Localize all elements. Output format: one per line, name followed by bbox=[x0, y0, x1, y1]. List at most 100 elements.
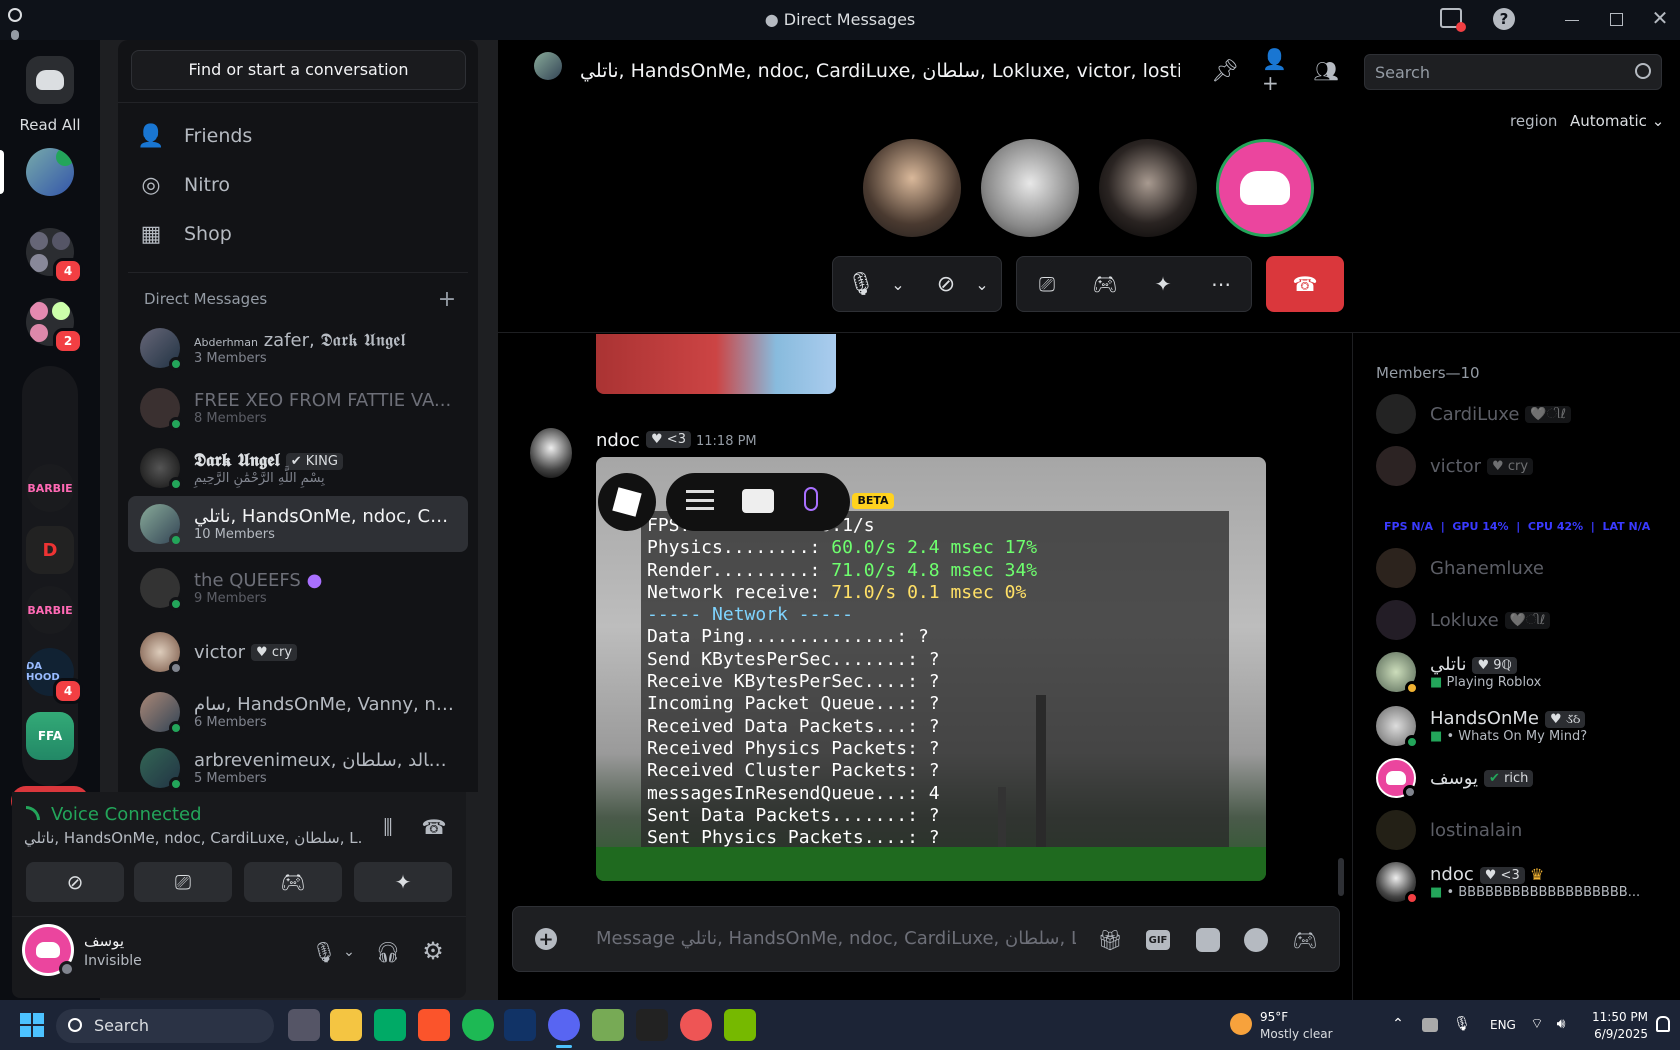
create-dm-plus-icon[interactable]: + bbox=[436, 287, 458, 312]
nav-shop[interactable]: ▦ Shop bbox=[136, 212, 466, 256]
mic-muted-icon[interactable] bbox=[804, 487, 818, 511]
screen-share-button[interactable]: ⎚ bbox=[134, 862, 232, 902]
server-icon-dn[interactable]: D bbox=[26, 526, 74, 574]
server-icon-voice[interactable] bbox=[26, 148, 74, 196]
wifi-icon[interactable]: ⌔ bbox=[1528, 1015, 1546, 1033]
message-scrollbar[interactable] bbox=[1338, 858, 1344, 896]
screen-share-indicator-icon[interactable] bbox=[1440, 8, 1466, 32]
dm-item[interactable]: 𝕯𝖆𝖗𝖐 𝖀𝖓𝖌𝖊𝖑 ✔ KING بِسْمِ اللَّهِ الرَّحْم… bbox=[128, 440, 468, 496]
tray-app-icon[interactable] bbox=[1422, 1018, 1438, 1032]
chevron-down-icon[interactable]: ⌄ bbox=[342, 942, 356, 962]
search-input[interactable]: Search bbox=[1364, 54, 1662, 90]
apps-gamepad-icon[interactable]: 🎮︎ bbox=[1292, 928, 1318, 952]
dm-item[interactable]: the QUEEFS ● 9 Members bbox=[128, 560, 468, 616]
call-participant-avatar-speaking[interactable] bbox=[1216, 139, 1314, 237]
gif-icon[interactable]: GIF bbox=[1146, 930, 1170, 950]
call-microphone-icon[interactable]: 🎙︎ bbox=[847, 270, 875, 298]
chevron-down-icon[interactable]: ⌄ bbox=[974, 272, 990, 296]
more-options-icon[interactable]: ⋯ bbox=[1206, 270, 1236, 298]
minimize-button[interactable] bbox=[1565, 20, 1579, 21]
dm-item[interactable]: سام, HandsOnMe, Vanny, nd... 6 Members bbox=[128, 684, 468, 740]
disconnect-icon[interactable]: ☎ bbox=[421, 814, 447, 840]
start-button[interactable] bbox=[20, 1013, 44, 1037]
notification-bell-icon[interactable] bbox=[1656, 1016, 1670, 1032]
dm-item-selected[interactable]: ناتلي, HandsOnMe, ndoc, Car... 10 Member… bbox=[128, 496, 468, 552]
member-item[interactable]: ndoc ♥ <3 ♛ ■ • BBBBBBBBBBBBBBBBBBB... bbox=[1376, 858, 1656, 906]
member-list-icon[interactable]: 👥︎ bbox=[1312, 58, 1340, 84]
add-friends-icon[interactable]: 👤+ bbox=[1262, 47, 1290, 95]
call-participant-avatar[interactable] bbox=[863, 139, 961, 237]
maximize-button[interactable] bbox=[1610, 13, 1623, 26]
tray-chevron-up-icon[interactable]: ⌃ bbox=[1390, 1016, 1406, 1032]
message-author[interactable]: ndoc bbox=[596, 430, 640, 451]
volume-icon[interactable]: 🔊︎ bbox=[1552, 1015, 1570, 1033]
username[interactable]: يوسف bbox=[84, 932, 124, 950]
chevron-down-icon[interactable]: ⌄ bbox=[890, 272, 906, 296]
message-image-roblox[interactable]: FPS..........: 70.1/sPhysics........: 60… bbox=[596, 457, 1266, 881]
nav-friends[interactable]: 👤 Friends bbox=[136, 114, 466, 158]
call-screen-share-icon[interactable]: ⎚ bbox=[1032, 270, 1062, 298]
spotify-icon[interactable] bbox=[462, 1009, 494, 1041]
pin-icon[interactable]: 📌︎ bbox=[1211, 58, 1239, 84]
hang-up-button[interactable]: ☎ bbox=[1266, 256, 1344, 312]
app-icon-game[interactable] bbox=[592, 1009, 624, 1041]
weather-desc[interactable]: Mostly clear bbox=[1260, 1027, 1333, 1041]
help-icon[interactable]: ? bbox=[1493, 8, 1515, 30]
user-avatar[interactable] bbox=[22, 924, 75, 977]
headphones-icon[interactable]: 🎧︎ bbox=[375, 940, 401, 964]
member-item[interactable]: يوسف ✔ rich bbox=[1376, 754, 1656, 802]
language-indicator[interactable]: ENG bbox=[1490, 1018, 1516, 1032]
nav-nitro[interactable]: ◎ Nitro bbox=[136, 163, 466, 207]
chat-icon[interactable] bbox=[742, 489, 774, 513]
voice-channel-name[interactable]: ناتلي, HandsOnMe, ndoc, CardiLuxe, سلطان… bbox=[24, 829, 364, 847]
voice-status[interactable]: Voice Connected bbox=[51, 804, 202, 825]
soundboard-button[interactable]: ✦ bbox=[354, 862, 452, 902]
read-all-label[interactable]: Read All bbox=[12, 116, 88, 134]
sticker-icon[interactable] bbox=[1196, 928, 1220, 952]
app-icon-close-red[interactable] bbox=[680, 1009, 712, 1041]
server-icon-barbie-1[interactable]: BARBIE bbox=[26, 464, 74, 512]
brave-icon[interactable] bbox=[418, 1009, 450, 1041]
clock-date[interactable]: 6/9/2025 bbox=[1588, 1027, 1648, 1041]
close-button[interactable]: ✕ bbox=[1650, 6, 1670, 30]
region-select[interactable]: Automatic ⌄ bbox=[1570, 112, 1664, 130]
settings-gear-icon[interactable]: ⚙ bbox=[420, 937, 446, 965]
clock-time[interactable]: 11:50 PM bbox=[1592, 1010, 1648, 1024]
waves-icon[interactable] bbox=[504, 1009, 536, 1041]
find-conversation-button[interactable]: Find or start a conversation bbox=[131, 50, 466, 90]
member-item[interactable]: ناتلي ♥ 9ℚ ■ Playing Roblox bbox=[1376, 648, 1656, 696]
dm-item[interactable]: Abderhman zafer, 𝕯𝖆𝖗𝖐 𝖀𝖓𝖌𝖊𝖑 3 Members bbox=[128, 320, 468, 376]
nvidia-icon[interactable] bbox=[724, 1009, 756, 1041]
member-item[interactable]: Ghanemluxe bbox=[1376, 544, 1656, 592]
app-icon-green[interactable] bbox=[374, 1009, 406, 1041]
dm-item[interactable]: FREE XEO FROM FATTIE VA... 8 Members bbox=[128, 380, 468, 436]
roblox-logo-button[interactable] bbox=[598, 473, 656, 531]
activities-button[interactable]: 🎮︎ bbox=[244, 862, 342, 902]
member-item[interactable]: Lokluxe 🤍ીℓ bbox=[1376, 596, 1656, 644]
task-view-icon[interactable] bbox=[288, 1009, 320, 1041]
gift-icon[interactable]: 🎁︎ bbox=[1097, 928, 1122, 952]
dm-item[interactable]: victor ♥ cry bbox=[128, 624, 468, 680]
dm-item[interactable]: arbrevenimeux, خالد ,سلطان, r... 5 Membe… bbox=[128, 744, 468, 792]
microphone-icon[interactable]: 🎙︎ bbox=[311, 940, 336, 964]
member-item[interactable]: CardiLuxe 🤍ીℓ bbox=[1376, 390, 1656, 438]
weather-temp[interactable]: 95°F bbox=[1260, 1010, 1288, 1024]
call-soundboard-icon[interactable]: ✦ bbox=[1148, 270, 1178, 298]
call-participant-avatar[interactable] bbox=[1099, 139, 1197, 237]
member-item[interactable]: HandsOnMe ♥ ડ̈ઠ ■ • Whats On My Mind? bbox=[1376, 702, 1656, 750]
app-icon-dark[interactable] bbox=[636, 1009, 668, 1041]
call-gamepad-icon[interactable]: 🎮︎ bbox=[1090, 270, 1120, 298]
server-icon-ffa[interactable]: FFA bbox=[26, 712, 74, 760]
server-icon-barbie-2[interactable]: BARBIE bbox=[26, 586, 74, 634]
file-explorer-icon[interactable] bbox=[330, 1009, 362, 1041]
call-camera-off-icon[interactable]: ⊘ bbox=[932, 270, 960, 298]
camera-off-button[interactable]: ⊘ bbox=[26, 862, 124, 902]
member-item[interactable]: lostinalain bbox=[1376, 806, 1656, 854]
taskbar-search[interactable]: Search bbox=[56, 1009, 274, 1043]
noise-suppression-icon[interactable]: ⫼ bbox=[375, 814, 401, 840]
attach-plus-icon[interactable]: + bbox=[535, 928, 557, 950]
call-participant-avatar[interactable] bbox=[981, 139, 1079, 237]
message-author-avatar[interactable] bbox=[530, 428, 572, 478]
discord-taskbar-icon[interactable] bbox=[548, 1009, 580, 1041]
group-dm-title[interactable]: ناتلي, HandsOnMe, ndoc, CardiLuxe, سلطان… bbox=[580, 60, 1180, 82]
